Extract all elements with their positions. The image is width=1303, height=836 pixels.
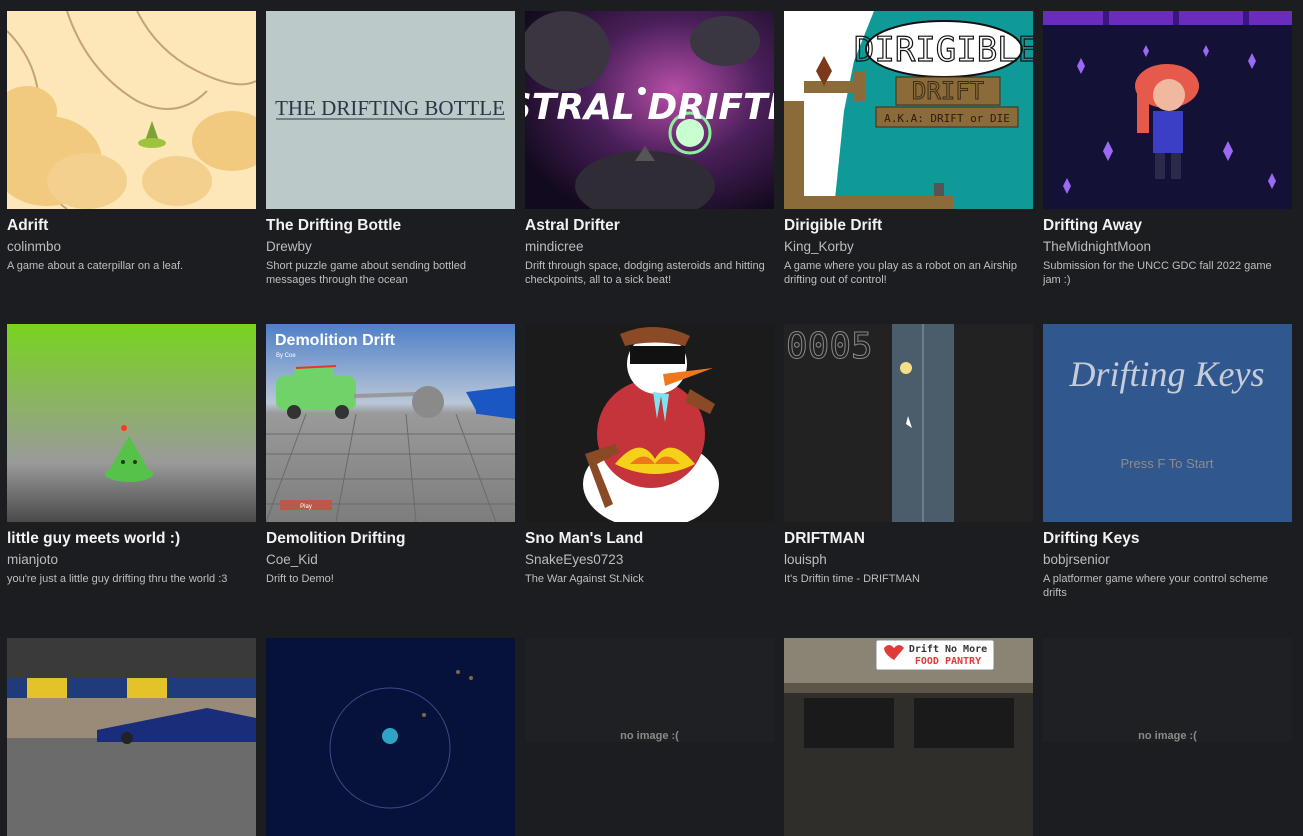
game-description: A platformer game where your control sch… <box>1043 573 1268 599</box>
game-card[interactable]: 0005 DRIFTMAN louisph It's Driftin time … <box>784 324 1033 586</box>
game-card[interactable] <box>7 638 256 836</box>
thumb-score: 0005 <box>786 326 873 367</box>
game-author[interactable]: SnakeEyes0723 <box>525 552 774 568</box>
game-description: Drift to Demo! <box>266 573 334 585</box>
game-description: Submission for the UNCC GDC fall 2022 ga… <box>1043 260 1272 286</box>
thumb-text-sub: A.K.A: DRIFT or DIE <box>884 112 1010 125</box>
game-thumbnail[interactable]: STRAL DRIFTE <box>525 11 774 209</box>
game-description: Drift through space, dodging asteroids a… <box>525 260 765 286</box>
game-thumbnail[interactable] <box>7 324 256 522</box>
game-card[interactable]: Adrift colinmbo A game about a caterpill… <box>7 11 256 273</box>
game-card[interactable] <box>266 638 515 836</box>
game-author[interactable]: mindicree <box>525 239 774 255</box>
thumb-prompt: Press F To Start <box>1121 456 1214 471</box>
game-title[interactable]: little guy meets world :) <box>7 530 256 548</box>
game-thumbnail[interactable] <box>7 11 256 209</box>
game-card[interactable]: DIRIGIBLE DRIFT A.K.A: DRIFT or DIE Diri… <box>784 11 1033 287</box>
game-thumbnail[interactable]: Demolition Drift By Coe Play <box>266 324 515 522</box>
game-thumbnail[interactable] <box>525 324 774 522</box>
game-description: It's Driftin time - DRIFTMAN <box>784 573 920 585</box>
game-title[interactable]: DRIFTMAN <box>784 530 1033 548</box>
game-thumbnail[interactable]: Drifting Keys Press F To Start <box>1043 324 1292 522</box>
thumb-text: THE DRIFTING BOTTLE <box>275 96 505 120</box>
game-card[interactable]: Drifting Away TheMidnightMoon Submission… <box>1043 11 1292 287</box>
game-description: you're just a little guy drifting thru t… <box>7 573 228 585</box>
no-image-text: no image :( <box>620 730 679 742</box>
game-title[interactable]: Dirigible Drift <box>784 217 1033 235</box>
thumb-heading: Demolition Drift <box>275 332 396 349</box>
no-image-placeholder[interactable]: no image :( <box>525 638 774 742</box>
game-card[interactable]: Sno Man's Land SnakeEyes0723 The War Aga… <box>525 324 774 586</box>
game-card[interactable]: no image :( <box>1043 638 1292 742</box>
thumb-text-sign: DRIFT <box>912 77 984 105</box>
game-card[interactable]: STRAL DRIFTE Astral Drifter mindicree Dr… <box>525 11 774 287</box>
game-thumbnail[interactable]: 0005 <box>784 324 1033 522</box>
game-author[interactable]: louisph <box>784 552 1033 568</box>
thumb-text: STRAL DRIFTE <box>525 87 774 128</box>
game-title[interactable]: Drifting Away <box>1043 217 1292 235</box>
game-author[interactable]: King_Korby <box>784 239 1033 255</box>
game-description: A game about a caterpillar on a leaf. <box>7 260 184 272</box>
game-title[interactable]: The Drifting Bottle <box>266 217 515 235</box>
game-thumbnail[interactable]: THE DRIFTING BOTTLE <box>266 11 515 209</box>
game-description: Short puzzle game about sending bottled … <box>266 260 466 286</box>
game-author[interactable]: colinmbo <box>7 239 256 255</box>
game-thumbnail[interactable] <box>7 638 256 836</box>
game-title[interactable]: Demolition Drifting <box>266 530 515 548</box>
game-description: The War Against St.Nick <box>525 573 644 585</box>
game-card[interactable]: Drifting Keys Press F To Start Drifting … <box>1043 324 1292 600</box>
game-thumbnail[interactable]: Drift No More FOOD PANTRY <box>784 638 1033 836</box>
game-author[interactable]: Drewby <box>266 239 515 255</box>
game-title[interactable]: Adrift <box>7 217 256 235</box>
game-card[interactable]: Demolition Drift By Coe Play Demolition … <box>266 324 515 586</box>
game-card[interactable]: no image :( <box>525 638 774 742</box>
game-title[interactable]: Sno Man's Land <box>525 530 774 548</box>
thumb-by: By Coe <box>276 353 296 359</box>
no-image-text: no image :( <box>1138 730 1197 742</box>
game-thumbnail[interactable] <box>1043 11 1292 209</box>
game-description: A game where you play as a robot on an A… <box>784 260 1017 286</box>
thumb-sign-line1: Drift No More <box>909 643 987 655</box>
game-card[interactable]: THE DRIFTING BOTTLE The Drifting Bottle … <box>266 11 515 287</box>
game-thumbnail[interactable] <box>266 638 515 836</box>
thumb-sign-line2: FOOD PANTRY <box>915 656 981 667</box>
game-author[interactable]: mianjoto <box>7 552 256 568</box>
game-card[interactable]: little guy meets world :) mianjoto you'r… <box>7 324 256 586</box>
no-image-placeholder[interactable]: no image :( <box>1043 638 1292 742</box>
game-title[interactable]: Drifting Keys <box>1043 530 1292 548</box>
thumb-text-big: DIRIGIBLE <box>854 30 1033 70</box>
game-card[interactable]: Drift No More FOOD PANTRY <box>784 638 1033 836</box>
game-title[interactable]: Astral Drifter <box>525 217 774 235</box>
game-author[interactable]: bobjrsenior <box>1043 552 1292 568</box>
thumb-play-button: Play <box>300 504 312 510</box>
thumb-heading: Drifting Keys <box>1069 354 1265 394</box>
game-author[interactable]: Coe_Kid <box>266 552 515 568</box>
game-author[interactable]: TheMidnightMoon <box>1043 239 1292 255</box>
game-grid: Adrift colinmbo A game about a caterpill… <box>0 0 1303 836</box>
game-thumbnail[interactable]: DIRIGIBLE DRIFT A.K.A: DRIFT or DIE <box>784 11 1033 209</box>
